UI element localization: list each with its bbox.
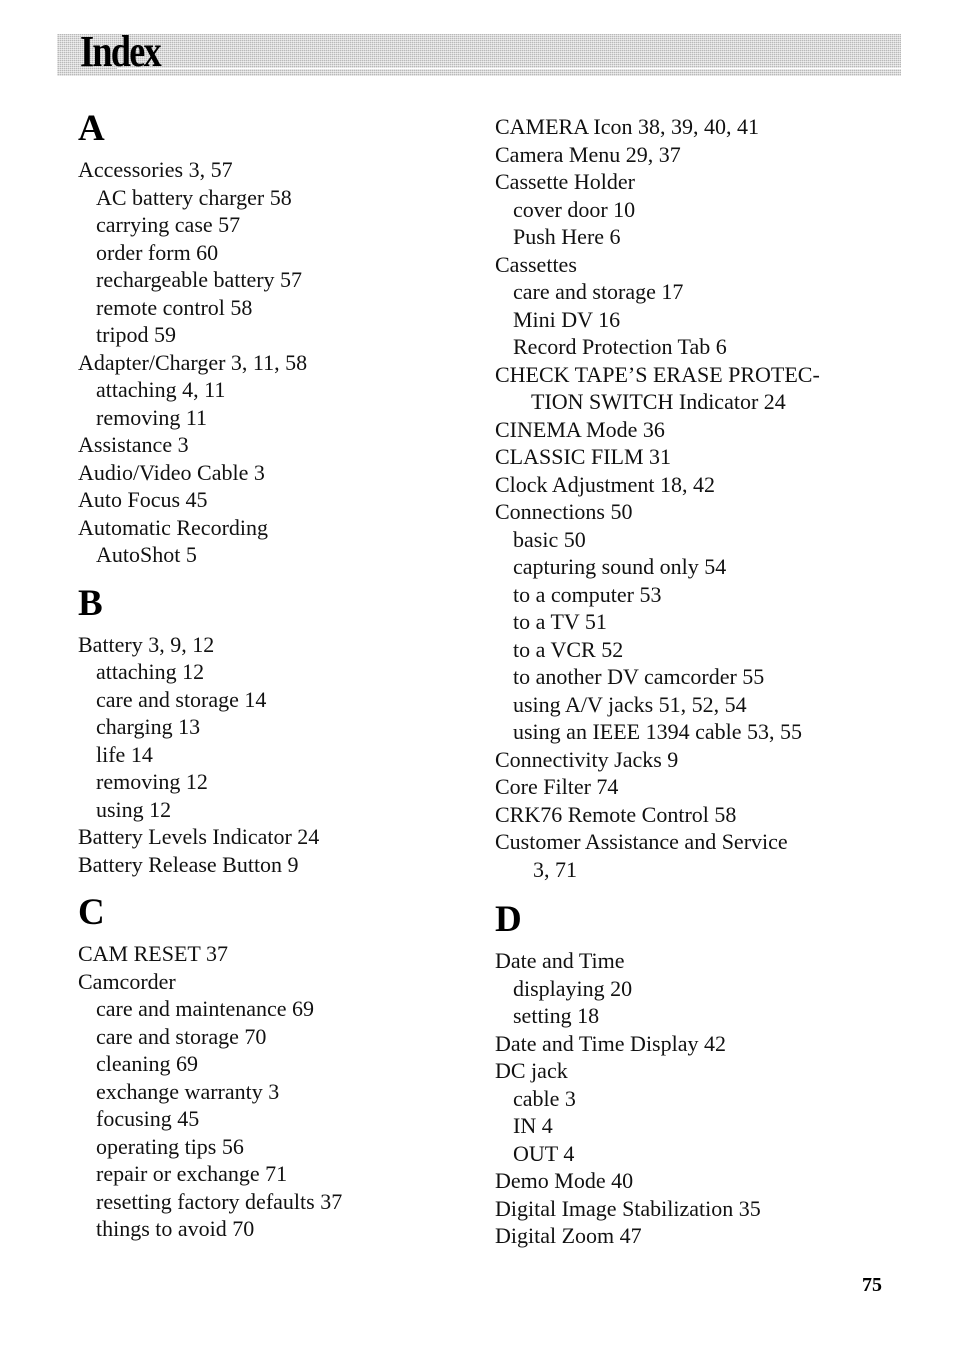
- index-subentry: focusing 45: [96, 1106, 200, 1131]
- index-subentry: using A/V jacks 51, 52, 54: [513, 691, 747, 717]
- index-entry: Cassettes: [495, 251, 577, 277]
- index-entry-continuation: TION SWITCH Indicator 24: [531, 389, 786, 414]
- index-subentry: remote control 58: [96, 294, 253, 320]
- index-subentry: cleaning 69: [96, 1051, 199, 1076]
- index-entry: Automatic Recording: [78, 514, 269, 540]
- index-entry: CHECK TAPE’S ERASE PROTEC-: [495, 361, 820, 387]
- index-subentry: order form 60: [96, 239, 219, 265]
- index-section-c-continued: CAMERA Icon 38, 39, 40, 41 Camera Menu 2…: [495, 113, 915, 883]
- index-subentry: using 12: [96, 796, 172, 822]
- section-letter: B: [78, 582, 103, 624]
- index-subentry: carrying case 57: [96, 212, 241, 237]
- index-subentry: care and storage 70: [96, 1023, 267, 1049]
- index-entry: DC jack: [495, 1058, 568, 1083]
- index-subentry: Mini DV 16: [513, 306, 621, 332]
- index-entry-continuation: 3, 71: [533, 856, 577, 882]
- index-subentry: Push Here 6: [513, 224, 621, 249]
- index-subentry: life 14: [96, 741, 153, 767]
- index-entry: Demo Mode 40: [495, 1168, 634, 1193]
- index-subentry: care and maintenance 69: [96, 996, 315, 1021]
- index-section-d: D Date and Time displaying 20 setting 18…: [495, 899, 915, 1250]
- section-letter: A: [78, 108, 105, 149]
- index-subentry: AutoShot 5: [96, 542, 197, 567]
- index-subentry: repair or exchange 71: [96, 1161, 288, 1186]
- index-section-b: B Battery 3, 9, 12 attaching 12 care and…: [78, 583, 468, 879]
- index-entry: Cassette Holder: [495, 169, 635, 194]
- index-subentry: things to avoid 70: [96, 1216, 255, 1241]
- index-subentry: capturing sound only 54: [513, 554, 727, 579]
- index-entry: Accessories 3, 57: [78, 157, 233, 182]
- index-subentry: to another DV camcorder 55: [513, 664, 765, 689]
- header-rule: [117, 68, 901, 69]
- index-entry: Camera Menu 29, 37: [495, 141, 681, 167]
- page-number: 75: [862, 1274, 882, 1296]
- index-entry: Clock Adjustment 18, 42: [495, 471, 715, 497]
- index-section-a: A Accessories 3, 57 AC battery charger 5…: [78, 108, 468, 569]
- index-subentry: charging 13: [96, 714, 201, 739]
- index-subentry: IN 4: [513, 1113, 553, 1138]
- index-entry: Camcorder: [78, 968, 176, 994]
- index-subentry: removing 12: [96, 769, 208, 794]
- index-entry: Digital Image Stabilization 35: [495, 1195, 761, 1221]
- index-entry: Digital Zoom 47: [495, 1223, 642, 1248]
- page-title: Index: [80, 27, 162, 76]
- index-entry: Battery Levels Indicator 24: [78, 824, 320, 849]
- index-column-left: A Accessories 3, 57 AC battery charger 5…: [78, 108, 468, 1243]
- index-header-band: [57, 34, 901, 76]
- index-subentry: rechargeable battery 57: [96, 267, 303, 292]
- index-entry: Core Filter 74: [495, 774, 619, 799]
- index-subentry: removing 11: [96, 404, 207, 430]
- index-subentry: tripod 59: [96, 322, 177, 347]
- index-subentry: to a TV 51: [513, 609, 607, 634]
- index-subentry: care and storage 17: [513, 279, 684, 304]
- index-entry: CAM RESET 37: [78, 941, 228, 966]
- index-entry: Date and Time: [495, 948, 625, 973]
- index-entry: Battery 3, 9, 12: [78, 631, 215, 657]
- index-subentry: to a computer 53: [513, 581, 662, 607]
- index-subentry: attaching 4, 11: [96, 377, 226, 402]
- index-entry: Battery Release Button 9: [78, 851, 299, 877]
- index-entry: Assistance 3: [78, 432, 189, 457]
- index-subentry: displaying 20: [513, 975, 633, 1001]
- index-subentry: using an IEEE 1394 cable 53, 55: [513, 719, 802, 744]
- index-subentry: exchange warranty 3: [96, 1078, 280, 1104]
- index-subentry: operating tips 56: [96, 1133, 244, 1159]
- index-entry: Adapter/Charger 3, 11, 58: [78, 349, 308, 375]
- index-entry: Connectivity Jacks 9: [495, 746, 679, 772]
- index-entry: CINEMA Mode 36: [495, 416, 665, 442]
- section-letter: C: [78, 892, 105, 933]
- index-column-right: CAMERA Icon 38, 39, 40, 41 Camera Menu 2…: [495, 113, 915, 1250]
- index-entry: CRK76 Remote Control 58: [495, 801, 737, 827]
- index-subentry: Record Protection Tab 6: [513, 334, 727, 359]
- index-subentry: care and storage 14: [96, 686, 267, 712]
- index-entry: Connections 50: [495, 499, 633, 524]
- index-subentry: setting 18: [513, 1003, 600, 1028]
- index-entry: Date and Time Display 42: [495, 1030, 726, 1056]
- index-section-c: C CAM RESET 37 Camcorder care and mainte…: [78, 892, 468, 1243]
- index-subentry: basic 50: [513, 526, 586, 552]
- index-entry: Auto Focus 45: [78, 487, 208, 512]
- index-subentry: OUT 4: [513, 1140, 575, 1166]
- index-entry: CLASSIC FILM 31: [495, 444, 672, 469]
- section-letter: D: [495, 899, 522, 940]
- index-entry: CAMERA Icon 38, 39, 40, 41: [495, 114, 759, 139]
- index-subentry: to a VCR 52: [513, 636, 624, 662]
- index-subentry: attaching 12: [96, 659, 205, 684]
- index-subentry: resetting factory defaults 37: [96, 1188, 343, 1214]
- index-subentry: cover door 10: [513, 196, 636, 222]
- index-entry: Audio/Video Cable 3: [78, 459, 265, 485]
- index-subentry: cable 3: [513, 1085, 576, 1111]
- index-subentry: AC battery charger 58: [96, 184, 292, 210]
- index-entry: Customer Assistance and Service: [495, 829, 788, 854]
